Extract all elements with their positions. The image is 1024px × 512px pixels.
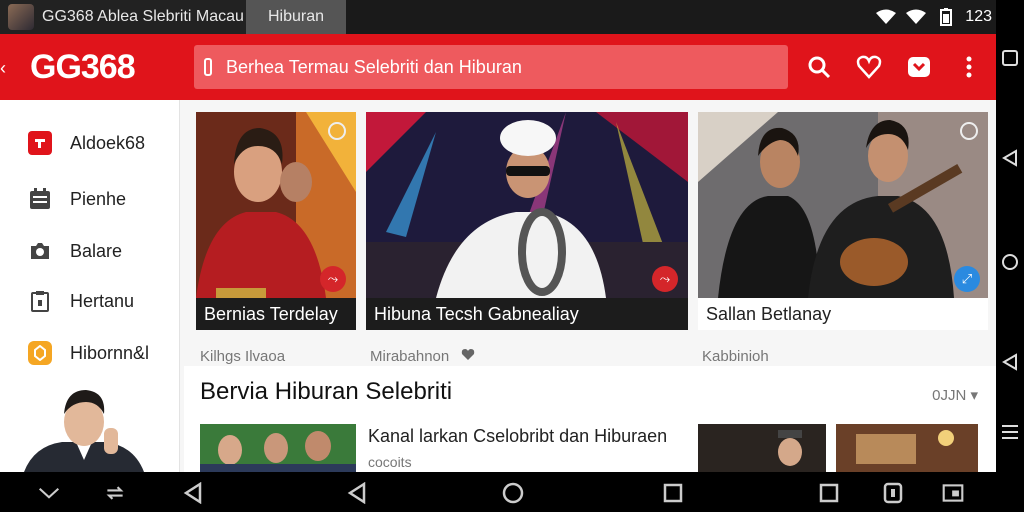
sort-dropdown[interactable]: 0JJN ▾ bbox=[932, 386, 978, 404]
status-icons: 123 bbox=[875, 0, 992, 34]
rotate-icon[interactable] bbox=[104, 482, 126, 504]
home-circle-icon[interactable] bbox=[1000, 252, 1020, 272]
card-meta: Kabbinioh bbox=[702, 348, 769, 365]
section-thumbnail-group[interactable] bbox=[200, 424, 356, 472]
home-icon[interactable] bbox=[502, 482, 524, 504]
clock: 123 bbox=[965, 8, 992, 25]
back-arrow-icon[interactable]: ‹ bbox=[0, 58, 6, 79]
search-caret-icon bbox=[204, 58, 212, 76]
sidebar: Aldoek68 Pienhe Balare Hertanu Hibornn&l bbox=[0, 100, 180, 472]
news-card[interactable]: Hibuna Tecsh Gabnealiay ⤳ Mirabahnon bbox=[366, 112, 688, 365]
window-tab-hiburan[interactable]: Hiburan bbox=[246, 0, 346, 34]
card-caption-text: Bernias Terdelay bbox=[204, 303, 338, 324]
wifi-icon bbox=[875, 8, 897, 26]
window-title: GG368 Ablea Slebriti Macau bbox=[42, 8, 244, 25]
app-bar-actions bbox=[806, 54, 982, 80]
search-input[interactable]: Berhea Termau Selebriti dan Hiburan bbox=[194, 45, 788, 89]
calendar-icon bbox=[28, 187, 52, 211]
clock-icon bbox=[960, 122, 978, 140]
clipboard-icon bbox=[28, 289, 52, 313]
more-vert-icon[interactable] bbox=[956, 54, 982, 80]
trending-section: Bervia Hiburan Selebriti 0JJN ▾ Kanal la… bbox=[184, 366, 996, 472]
section-item-title[interactable]: Kanal larkan Cselobribt dan Hiburaen bbox=[368, 426, 667, 447]
status-bar: GG368 Ablea Slebriti Macau Hiburan 123 bbox=[0, 0, 996, 34]
card-caption-text: Sallan Betlanay bbox=[706, 303, 832, 324]
inbox-icon[interactable] bbox=[906, 54, 932, 80]
card-meta-text: Kabbinioh bbox=[702, 348, 769, 365]
recents-icon-2[interactable] bbox=[818, 482, 840, 504]
search-text: Berhea Termau Selebriti dan Hiburan bbox=[226, 56, 522, 77]
app-avatar-icon bbox=[8, 4, 34, 30]
window-tab-active[interactable]: GG368 Ablea Slebriti Macau bbox=[0, 0, 246, 34]
heart-icon[interactable] bbox=[461, 348, 475, 365]
sidebar-item-balare[interactable]: Balare bbox=[28, 236, 122, 266]
card-image bbox=[366, 112, 688, 298]
system-side-bar bbox=[996, 0, 1024, 512]
card-image bbox=[698, 112, 988, 298]
card-caption-text: Hibuna Tecsh Gabnealiay bbox=[374, 303, 579, 324]
app-screen: GG368 Ablea Slebriti Macau Hiburan 123 ‹… bbox=[0, 0, 996, 472]
card-meta: Kilhgs Ilvaoa bbox=[200, 348, 285, 365]
app-bar: ‹ GG368 Berhea Termau Selebriti dan Hibu… bbox=[0, 34, 996, 100]
promo-person-image bbox=[24, 384, 144, 472]
coin-icon bbox=[28, 341, 52, 365]
window-icon[interactable] bbox=[942, 482, 964, 504]
collapse-icon[interactable] bbox=[38, 482, 60, 504]
news-card[interactable]: Sallan Betlanay ⤢ Kabbinioh bbox=[698, 112, 988, 365]
chevron-down-icon: ▾ bbox=[970, 387, 978, 404]
sidebar-item-label: Pienhe bbox=[70, 188, 127, 209]
section-item-subtitle: cocoits bbox=[368, 454, 412, 470]
card-meta-text: Kilhgs Ilvaoa bbox=[200, 348, 286, 365]
sidebar-item-label: Aldoek68 bbox=[70, 132, 146, 153]
sidebar-item-label: Balare bbox=[70, 240, 123, 261]
expand-icon[interactable]: ⤢ bbox=[954, 266, 980, 292]
app-logo[interactable]: GG368 bbox=[30, 48, 136, 87]
back-triangle-icon-2[interactable] bbox=[1000, 352, 1020, 372]
brand-icon bbox=[28, 131, 52, 155]
sidebar-item-label: Hibornn&l bbox=[70, 342, 150, 363]
clock-icon bbox=[328, 122, 346, 140]
heart-icon[interactable] bbox=[856, 54, 882, 80]
sidebar-item-hertanu[interactable]: Hertanu bbox=[28, 286, 134, 316]
menu-icon[interactable] bbox=[1000, 422, 1020, 442]
sidebar-item-pienhe[interactable]: Pienhe bbox=[28, 184, 126, 214]
section-thumbnail-musician[interactable] bbox=[698, 424, 826, 472]
window-tab-label: Hiburan bbox=[267, 8, 325, 25]
sidebar-item-aldoek68[interactable]: Aldoek68 bbox=[28, 128, 145, 158]
section-thumbnail-venue[interactable] bbox=[836, 424, 978, 472]
share-icon[interactable]: ⤳ bbox=[320, 266, 346, 292]
card-meta: Mirabahnon bbox=[370, 348, 475, 365]
signal-icon bbox=[905, 8, 927, 26]
search-icon[interactable] bbox=[806, 54, 832, 80]
screenshot-icon[interactable] bbox=[882, 482, 904, 504]
back-triangle-icon[interactable] bbox=[1000, 148, 1020, 168]
sort-dropdown-label: 0JJN bbox=[932, 387, 967, 404]
main-content: Bernias Terdelay ⤳ Kilhgs Ilvaoa Hibuna … bbox=[180, 100, 996, 472]
sidebar-item-label: Hertanu bbox=[70, 290, 135, 311]
card-meta-text: Mirabahnon bbox=[370, 348, 450, 365]
recents-icon[interactable] bbox=[662, 482, 684, 504]
share-icon[interactable]: ⤳ bbox=[652, 266, 678, 292]
card-caption: Bernias Terdelay bbox=[196, 298, 356, 330]
system-nav-bar bbox=[0, 472, 996, 512]
sidebar-item-hibornnl[interactable]: Hibornn&l bbox=[28, 338, 149, 368]
card-caption: Hibuna Tecsh Gabnealiay bbox=[366, 298, 688, 330]
battery-icon bbox=[935, 8, 957, 26]
back-icon[interactable] bbox=[182, 482, 204, 504]
camera-icon bbox=[28, 239, 52, 263]
back-icon-2[interactable] bbox=[346, 482, 368, 504]
news-card[interactable]: Bernias Terdelay ⤳ Kilhgs Ilvaoa bbox=[196, 112, 356, 365]
card-caption: Sallan Betlanay bbox=[698, 298, 988, 330]
square-icon[interactable] bbox=[1000, 48, 1020, 68]
section-title: Bervia Hiburan Selebriti bbox=[200, 378, 453, 405]
